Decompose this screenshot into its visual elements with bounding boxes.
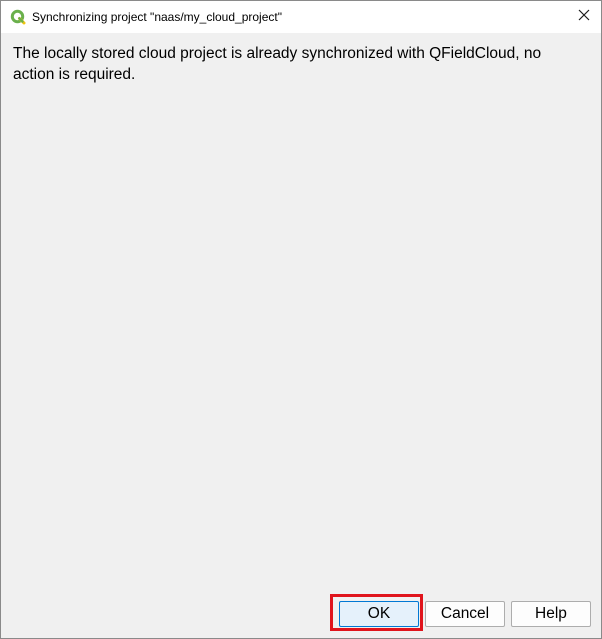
dialog-content: The locally stored cloud project is alre… — [1, 33, 601, 638]
qgis-icon — [10, 9, 26, 25]
dialog-window: Synchronizing project "naas/my_cloud_pro… — [0, 0, 602, 639]
button-box: OK Cancel Help — [1, 599, 601, 629]
help-button[interactable]: Help — [511, 601, 591, 627]
close-button[interactable] — [567, 1, 601, 33]
window-title: Synchronizing project "naas/my_cloud_pro… — [32, 10, 282, 24]
status-message: The locally stored cloud project is alre… — [13, 45, 542, 83]
close-icon — [578, 8, 590, 26]
cancel-button[interactable]: Cancel — [425, 601, 505, 627]
title-bar: Synchronizing project "naas/my_cloud_pro… — [1, 1, 601, 33]
ok-button[interactable]: OK — [339, 601, 419, 627]
